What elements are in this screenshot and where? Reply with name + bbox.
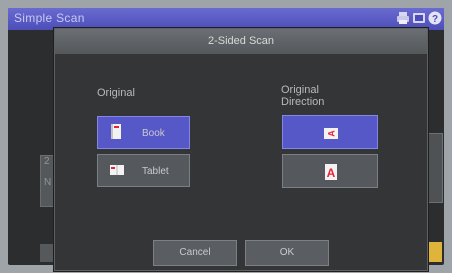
book-option-button[interactable]: Book <box>97 116 190 149</box>
direction-upright-button[interactable]: A <box>282 154 378 188</box>
two-sided-scan-dialog: 2-Sided Scan Original Original Direction… <box>54 28 428 271</box>
original-label: Original <box>97 87 135 99</box>
help-icon[interactable]: ? <box>428 11 442 25</box>
tablet-option-label: Tablet <box>142 166 169 177</box>
rotated-a-icon: A <box>324 128 338 139</box>
dialog-title: 2-Sided Scan <box>55 29 427 54</box>
svg-text:A: A <box>327 130 337 137</box>
original-direction-label: Original Direction <box>281 84 325 108</box>
tablet-icon <box>110 165 124 175</box>
svg-text:A: A <box>327 166 336 180</box>
printer-icon[interactable] <box>396 11 410 25</box>
background-button-right[interactable] <box>426 242 442 262</box>
cancel-button[interactable]: Cancel <box>153 240 237 266</box>
ok-button[interactable]: OK <box>245 240 329 266</box>
upright-a-icon: A <box>325 164 337 180</box>
book-option-label: Book <box>142 128 165 139</box>
screen-frame: Simple Scan ? 2 N 2-Sided Scan Original … <box>8 8 444 271</box>
counter-icon[interactable] <box>412 11 426 25</box>
app-title: Simple Scan <box>14 11 85 25</box>
app-header: Simple Scan ? <box>8 8 444 30</box>
tablet-option-button[interactable]: Tablet <box>97 154 190 187</box>
direction-rotated-button[interactable]: A <box>282 115 378 149</box>
svg-text:?: ? <box>432 14 438 25</box>
book-icon <box>111 124 121 139</box>
